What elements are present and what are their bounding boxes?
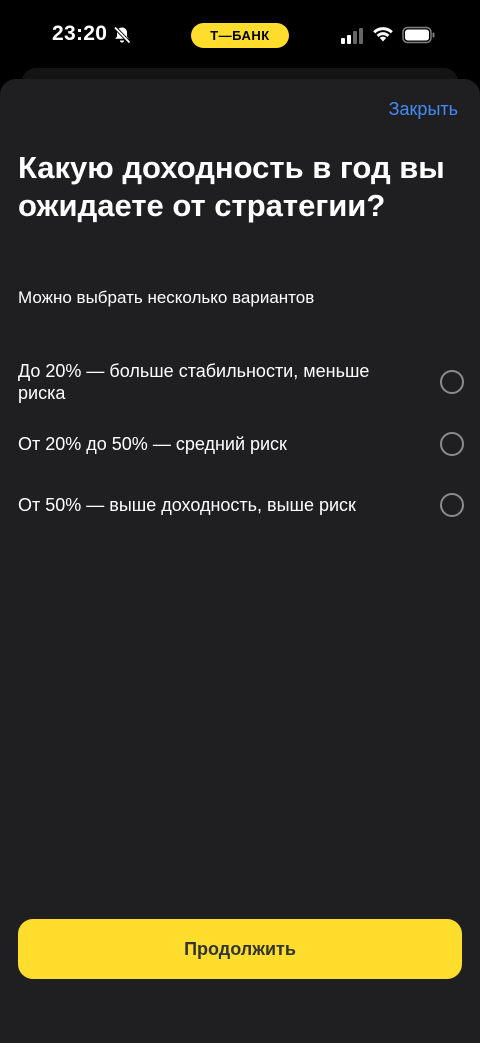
signal-icon xyxy=(341,28,363,44)
page-title: Какую доходность в год вы ожидаете от ст… xyxy=(18,150,445,223)
option-label: От 20% до 50% — средний риск xyxy=(18,434,287,454)
bell-muted-icon xyxy=(113,26,131,44)
checkbox-circle[interactable] xyxy=(440,370,464,394)
battery-icon xyxy=(402,26,435,44)
close-button[interactable]: Закрыть xyxy=(389,99,458,120)
status-bar: 23:20 Т—БАНК xyxy=(0,0,480,70)
wifi-icon xyxy=(373,27,393,42)
status-time: 23:20 xyxy=(52,22,108,45)
option-up-to-20[interactable]: До 20% — больше стабильности, меньше рис… xyxy=(18,360,464,404)
checkbox-circle[interactable] xyxy=(440,432,464,456)
continue-button[interactable]: Продолжить xyxy=(18,919,462,979)
bottom-sheet: Закрыть Какую доходность в год вы ожидае… xyxy=(0,79,480,1043)
checkbox-circle[interactable] xyxy=(440,493,464,517)
carrier-badge: Т—БАНК xyxy=(191,23,289,48)
option-label: От 50% — выше доходность, выше риск xyxy=(18,495,356,515)
option-from-50[interactable]: От 50% — выше доходность, выше риск xyxy=(18,493,464,517)
option-20-to-50[interactable]: От 20% до 50% — средний риск xyxy=(18,432,464,456)
option-label: До 20% — больше стабильности, меньше рис… xyxy=(18,361,370,403)
subtitle: Можно выбрать несколько вариантов xyxy=(18,288,315,307)
